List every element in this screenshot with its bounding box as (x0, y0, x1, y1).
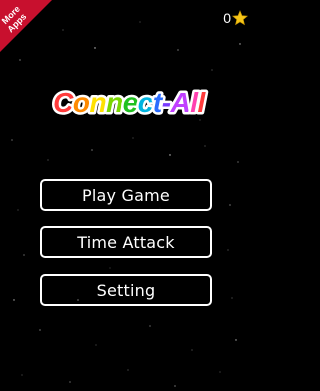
time-attack-button[interactable]: Time Attack (40, 226, 212, 258)
star-icon (232, 10, 248, 26)
main-menu-screen: More Apps 0 Connect-All Play Game Time A… (0, 0, 254, 391)
game-logo-text: Connect-All (53, 87, 206, 118)
logo-letter: e (123, 87, 138, 118)
more-apps-banner[interactable]: More Apps (0, 0, 52, 52)
star-score: 0 (223, 10, 248, 26)
logo-letter: A (170, 87, 191, 118)
logo-letter: C (53, 87, 74, 118)
logo-letter: - (162, 87, 171, 118)
play-game-button[interactable]: Play Game (40, 179, 212, 211)
logo-letter: c (138, 87, 154, 118)
logo-letter: o (73, 87, 90, 118)
star-count: 0 (223, 10, 231, 26)
logo-letter: n (106, 87, 123, 118)
logo-letter: l (198, 87, 207, 118)
setting-button[interactable]: Setting (40, 274, 212, 306)
logo-letter: n (90, 87, 107, 118)
game-logo: Connect-All (51, 85, 210, 121)
